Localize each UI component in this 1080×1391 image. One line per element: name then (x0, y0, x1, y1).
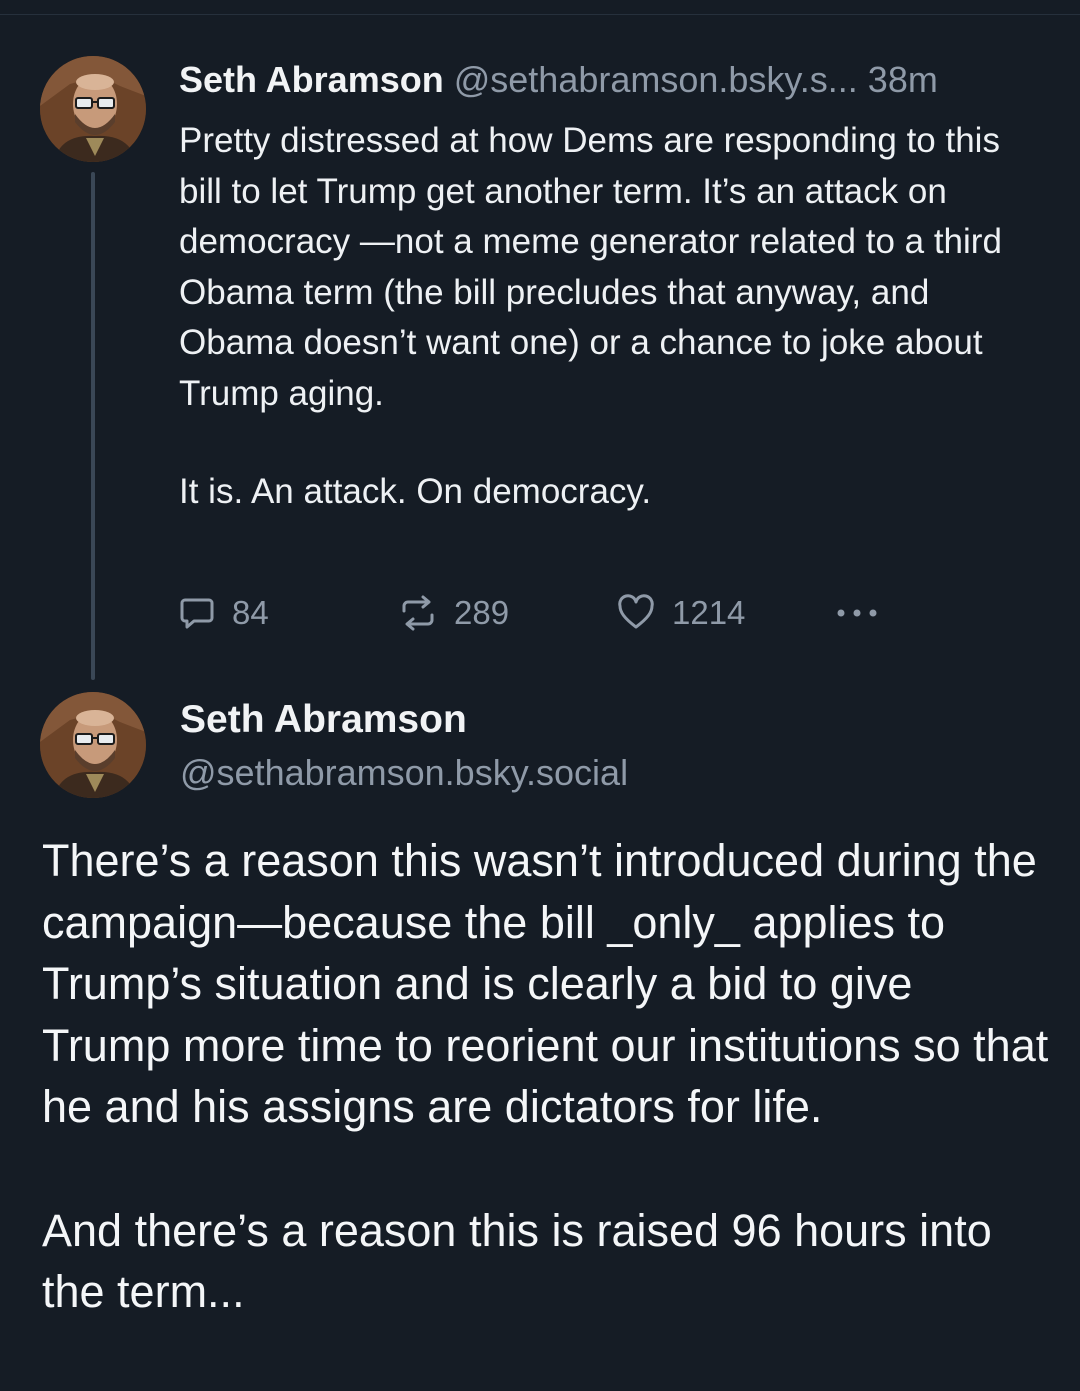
reply-bubble-icon (180, 598, 214, 629)
parent-post-paragraph-1: Pretty distressed at how Dems are respon… (179, 121, 1002, 413)
parent-author-name[interactable]: Seth Abramson (179, 59, 444, 100)
main-post-paragraph-1: There’s a reason this wasn’t introduced … (42, 835, 1049, 1132)
avatar-photo-icon (40, 692, 146, 798)
parent-post-paragraph-2: It is. An attack. On democracy. (179, 472, 652, 511)
repost-arrows-icon (402, 595, 434, 631)
like-button[interactable]: 1214 (616, 590, 745, 636)
like-count: 1214 (672, 594, 746, 631)
main-post-avatar[interactable] (40, 692, 146, 798)
thread-connector-line (91, 172, 95, 680)
more-options-button[interactable] (834, 590, 880, 636)
parent-post-body[interactable]: Pretty distressed at how Dems are respon… (179, 116, 1039, 518)
main-author-name[interactable]: Seth Abramson (180, 698, 467, 742)
parent-author-handle[interactable]: @sethabramson.bsky.s... (454, 59, 858, 100)
parent-post-time[interactable]: 38m (868, 59, 938, 100)
main-post-paragraph-2: And there’s a reason this is raised 96 h… (42, 1204, 992, 1318)
reply-count: 84 (232, 594, 269, 631)
parent-post-header: Seth Abramson @sethabramson.bsky.s... 38… (179, 58, 938, 102)
main-post-body[interactable]: There’s a reason this wasn’t introduced … (42, 830, 1052, 1323)
top-divider (0, 14, 1080, 15)
avatar-photo-icon (40, 56, 146, 162)
more-dots-icon (837, 609, 877, 617)
repost-count: 289 (454, 594, 510, 631)
parent-post-actions: 84 289 1214 (178, 590, 898, 636)
main-author-handle[interactable]: @sethabramson.bsky.social (180, 752, 628, 794)
heart-icon (618, 594, 654, 629)
parent-post-avatar[interactable] (40, 56, 146, 162)
repost-button[interactable]: 289 (398, 590, 509, 636)
thread-view: Seth Abramson @sethabramson.bsky.s... 38… (0, 0, 1080, 1391)
reply-button[interactable]: 84 (178, 590, 269, 636)
